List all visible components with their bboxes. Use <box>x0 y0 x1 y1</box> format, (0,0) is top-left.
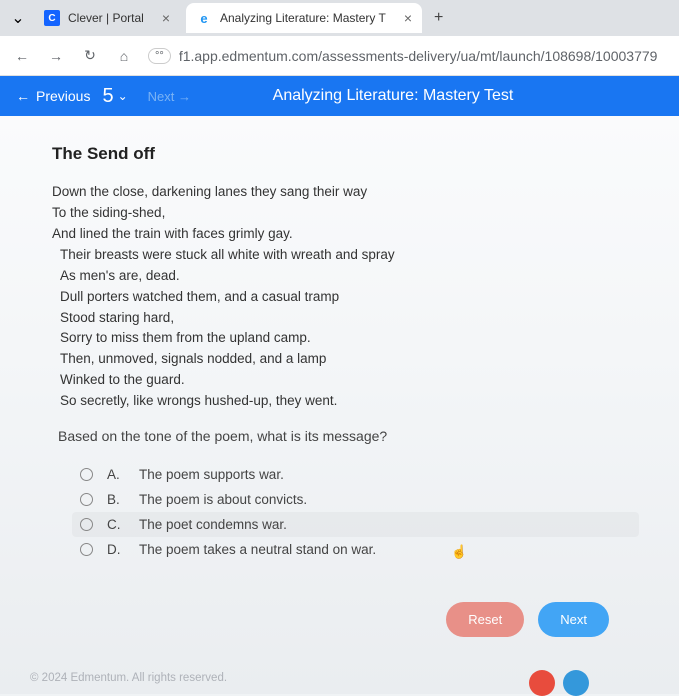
option-letter: B. <box>107 492 125 507</box>
option-b[interactable]: B. The poem is about convicts. <box>72 487 639 512</box>
radio-icon <box>80 518 93 531</box>
copyright-footer: © 2024 Edmentum. All rights reserved. <box>30 672 227 684</box>
close-icon[interactable]: × <box>162 10 170 26</box>
poem-line: Dull porters watched them, and a casual … <box>52 287 639 308</box>
page-content: Previous 5 ⌄ Next → Analyzing Literature… <box>0 76 679 694</box>
social-icon-1[interactable] <box>529 670 555 696</box>
option-c[interactable]: C. The poet condemns war. <box>72 512 639 537</box>
new-tab-button[interactable]: + <box>428 9 449 27</box>
assessment-header: Previous 5 ⌄ Next → Analyzing Literature… <box>0 76 679 116</box>
next-button[interactable]: Next <box>538 602 609 637</box>
reload-button[interactable]: ↻ <box>80 46 100 66</box>
tab-title: Analyzing Literature: Mastery T <box>220 11 386 25</box>
option-letter: A. <box>107 467 125 482</box>
poem-line: Their breasts were stuck all white with … <box>52 245 639 266</box>
option-a[interactable]: A. The poem supports war. <box>72 462 639 487</box>
question-area: The Send off Down the close, darkening l… <box>0 116 679 694</box>
option-letter: D. <box>107 542 125 557</box>
poem-line: Sorry to miss them from the upland camp. <box>52 328 639 349</box>
social-icon-2[interactable] <box>563 670 589 696</box>
poem-line: And lined the train with faces grimly ga… <box>52 224 639 245</box>
poem-line: Down the close, darkening lanes they san… <box>52 182 639 203</box>
tab-title: Clever | Portal <box>68 11 144 25</box>
tab-list-button[interactable]: ⌄ <box>8 8 28 28</box>
forward-button[interactable]: → <box>46 46 66 66</box>
edmentum-favicon: e <box>196 10 212 26</box>
option-d[interactable]: D. The poem takes a neutral stand on war… <box>72 537 639 562</box>
url-text: f1.app.edmentum.com/assessments-delivery… <box>179 48 658 64</box>
tab-clever[interactable]: C Clever | Portal × <box>34 3 180 33</box>
question-number: 5 <box>102 85 113 108</box>
back-button[interactable]: ← <box>12 46 32 66</box>
close-icon[interactable]: × <box>404 10 412 26</box>
option-text: The poem takes a neutral stand on war. <box>139 542 376 557</box>
clever-favicon: C <box>44 10 60 26</box>
poem-line: As men's are, dead. <box>52 266 639 287</box>
poem-line: To the siding-shed, <box>52 203 639 224</box>
social-icons <box>529 670 589 696</box>
option-letter: C. <box>107 517 125 532</box>
previous-button[interactable]: Previous <box>16 88 90 104</box>
home-button[interactable]: ⌂ <box>114 46 134 66</box>
site-info-icon[interactable]: °° <box>148 48 171 64</box>
poem-line: Winked to the guard. <box>52 370 639 391</box>
poem-line: So secretly, like wrongs hushed-up, they… <box>52 391 639 412</box>
poem-line: Then, unmoved, signals nodded, and a lam… <box>52 349 639 370</box>
poem-line: Stood staring hard, <box>52 308 639 329</box>
tab-edmentum[interactable]: e Analyzing Literature: Mastery T × <box>186 3 422 33</box>
answer-options: A. The poem supports war. B. The poem is… <box>72 462 639 562</box>
radio-icon <box>80 468 93 481</box>
option-text: The poem is about convicts. <box>139 492 307 507</box>
assessment-title: Analyzing Literature: Mastery Test <box>123 87 663 105</box>
passage-title: The Send off <box>52 144 639 164</box>
radio-icon <box>80 493 93 506</box>
browser-tabs-bar: ⌄ C Clever | Portal × e Analyzing Litera… <box>0 0 679 36</box>
address-bar[interactable]: °° f1.app.edmentum.com/assessments-deliv… <box>148 48 667 64</box>
option-text: The poet condemns war. <box>139 517 287 532</box>
browser-toolbar: ← → ↻ ⌂ °° f1.app.edmentum.com/assessmen… <box>0 36 679 76</box>
action-buttons: Reset Next <box>52 602 609 637</box>
option-text: The poem supports war. <box>139 467 284 482</box>
question-text: Based on the tone of the poem, what is i… <box>58 428 639 444</box>
radio-icon <box>80 543 93 556</box>
reset-button[interactable]: Reset <box>446 602 524 637</box>
